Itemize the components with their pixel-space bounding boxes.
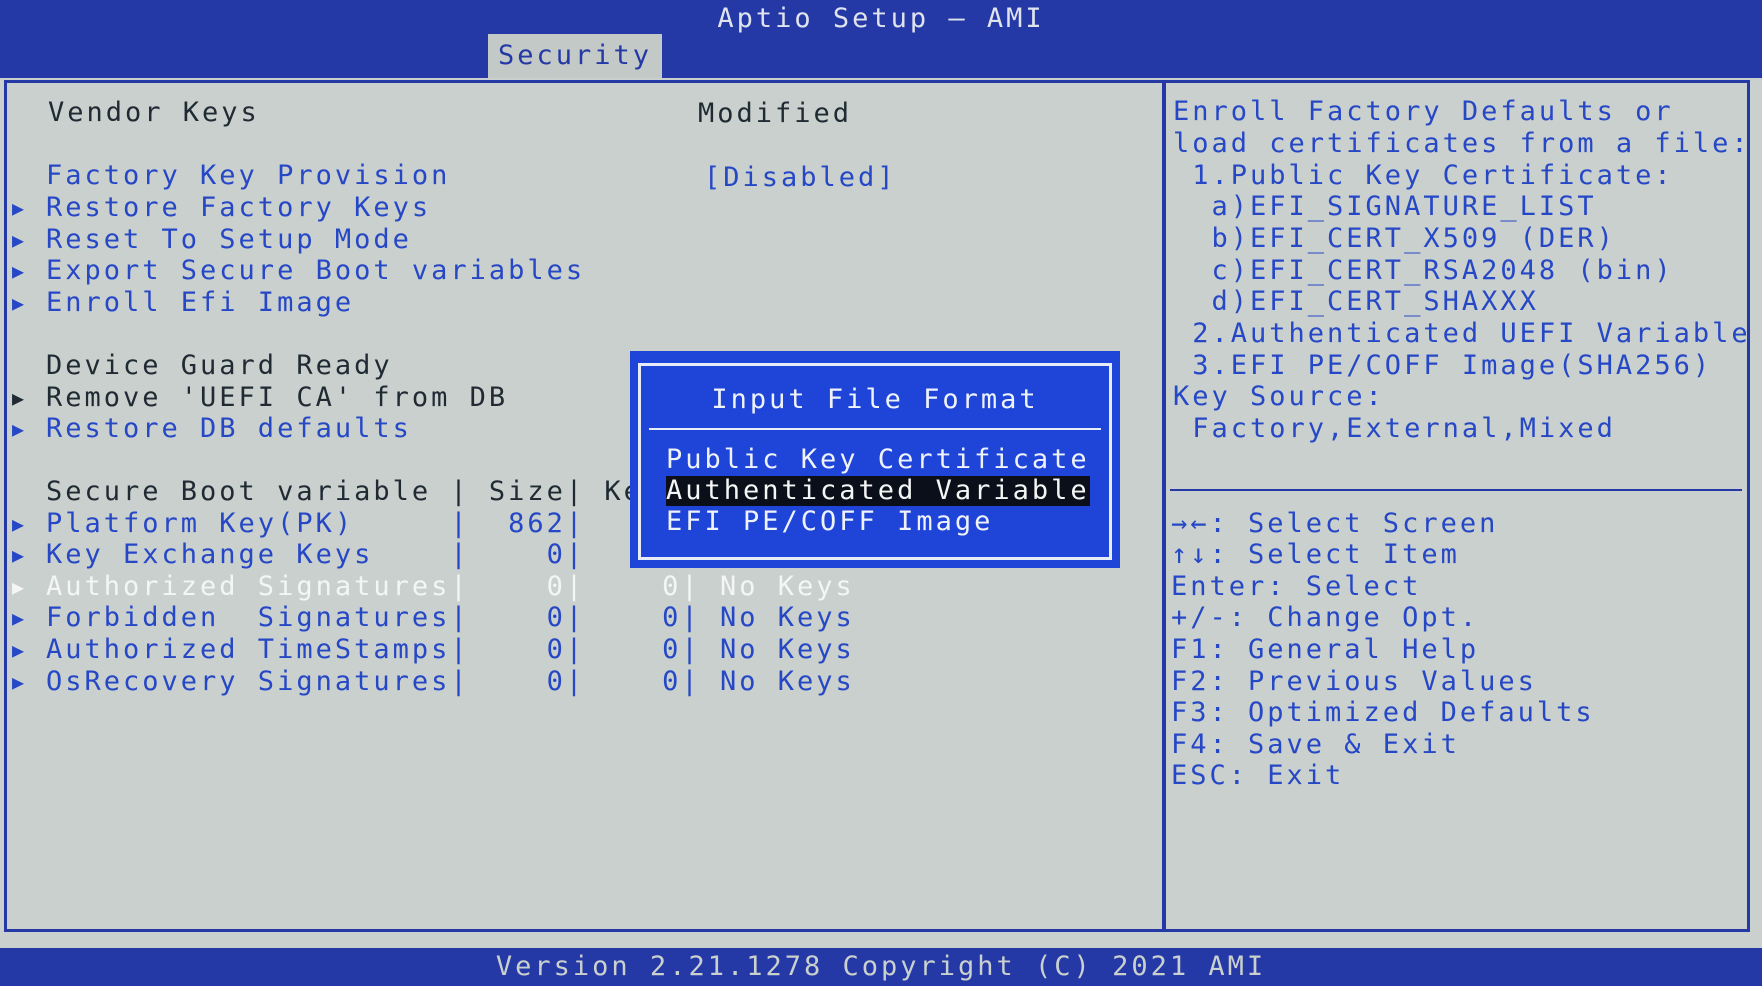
- option-authenticated-variable[interactable]: Authenticated Variable: [666, 476, 1090, 506]
- key-help-f4: F4: Save & Exit: [1171, 729, 1460, 760]
- table-row-authorized-timestamps[interactable]: Authorized TimeStamps| 0| 0| No Keys: [46, 634, 855, 666]
- key-help-esc: ESC: Exit: [1171, 760, 1345, 791]
- triangle-right-icon: ▶: [12, 512, 28, 536]
- table-row-osrecovery-signatures[interactable]: OsRecovery Signatures| 0| 0| No Keys: [46, 666, 855, 698]
- device-guard-ready-label: Device Guard Ready: [46, 350, 393, 381]
- triangle-right-icon: ▶: [12, 228, 28, 252]
- triangle-right-icon: ▶: [12, 575, 28, 599]
- option-public-key-certificate[interactable]: Public Key Certificate: [666, 445, 1090, 475]
- help-line: d)EFI_CERT_SHAXXX: [1173, 286, 1539, 317]
- dialog-title: Input File Format: [711, 384, 1039, 415]
- help-line: 1.Public Key Certificate:: [1173, 160, 1674, 191]
- help-line: Enroll Factory Defaults or: [1173, 96, 1674, 127]
- help-line: c)EFI_CERT_RSA2048 (bin): [1173, 255, 1674, 286]
- triangle-right-icon: ▶: [12, 259, 28, 283]
- key-help-enter: Enter: Select: [1171, 571, 1422, 602]
- version-copyright: Version 2.21.1278 Copyright (C) 2021 AMI: [495, 951, 1267, 982]
- table-row-key-exchange-keys[interactable]: Key Exchange Keys | 0| 0: [46, 539, 681, 571]
- key-help-select-item: ↑↓: Select Item: [1171, 539, 1460, 570]
- table-row-forbidden-signatures[interactable]: Forbidden Signatures| 0| 0| No Keys: [46, 602, 855, 634]
- menu-remove-uefi-ca[interactable]: Remove 'UEFI CA' from DB: [46, 382, 508, 414]
- help-line: 2.Authenticated UEFI Variable: [1173, 318, 1751, 349]
- help-line: 3.EFI PE/COFF Image(SHA256): [1173, 350, 1713, 381]
- dialog-border: Input File Format Public Key Certificate…: [638, 363, 1112, 560]
- factory-key-provision-value[interactable]: [Disabled]: [704, 162, 897, 194]
- help-line: Key Source:: [1173, 381, 1385, 412]
- help-line: b)EFI_CERT_X509 (DER): [1173, 223, 1616, 254]
- help-line: load certificates from a file:: [1173, 128, 1751, 159]
- key-help-f1: F1: General Help: [1171, 634, 1480, 665]
- triangle-right-icon: ▶: [12, 196, 28, 220]
- footer-bar: Version 2.21.1278 Copyright (C) 2021 AMI: [0, 948, 1762, 986]
- help-separator: [1170, 489, 1742, 491]
- table-header: Secure Boot variable | Size| Keys: [46, 476, 682, 507]
- factory-key-provision[interactable]: Factory Key Provision: [46, 160, 450, 192]
- triangle-right-icon: ▶: [12, 670, 28, 694]
- key-help-f2: F2: Previous Values: [1171, 666, 1537, 697]
- vendor-keys-value: Modified: [698, 98, 853, 129]
- tab-security[interactable]: Security: [488, 34, 662, 78]
- triangle-right-icon: ▶: [12, 386, 28, 410]
- option-efi-pe-coff-image[interactable]: EFI PE/COFF Image: [666, 507, 993, 537]
- triangle-right-icon: ▶: [12, 638, 28, 662]
- help-line: a)EFI_SIGNATURE_LIST: [1173, 191, 1597, 222]
- menu-reset-to-setup-mode[interactable]: Reset To Setup Mode: [46, 224, 412, 256]
- input-file-format-dialog: Input File Format Public Key Certificate…: [630, 351, 1120, 568]
- key-help-select-screen: →←: Select Screen: [1171, 508, 1499, 539]
- window-title: Aptio Setup – AMI: [717, 3, 1045, 34]
- table-row-platform-key[interactable]: Platform Key(PK) | 862| 1: [46, 508, 681, 540]
- menu-enroll-efi-image[interactable]: Enroll Efi Image: [46, 287, 354, 319]
- triangle-right-icon: ▶: [12, 543, 28, 567]
- triangle-right-icon: ▶: [12, 417, 28, 441]
- dialog-separator: [649, 428, 1101, 430]
- triangle-right-icon: ▶: [12, 291, 28, 315]
- key-help-f3: F3: Optimized Defaults: [1171, 697, 1595, 728]
- key-help-change-opt: +/-: Change Opt.: [1171, 602, 1480, 633]
- menu-restore-factory-keys[interactable]: Restore Factory Keys: [46, 192, 431, 224]
- vendor-keys-label: Vendor Keys: [48, 97, 260, 128]
- menu-restore-db-defaults[interactable]: Restore DB defaults: [46, 413, 412, 445]
- panel-divider: [1162, 80, 1166, 932]
- triangle-right-icon: ▶: [12, 606, 28, 630]
- menu-export-secure-boot-variables[interactable]: Export Secure Boot variables: [46, 255, 585, 287]
- table-row-authorized-signatures[interactable]: Authorized Signatures| 0| 0| No Keys: [46, 571, 855, 603]
- help-line: Factory,External,Mixed: [1173, 413, 1616, 444]
